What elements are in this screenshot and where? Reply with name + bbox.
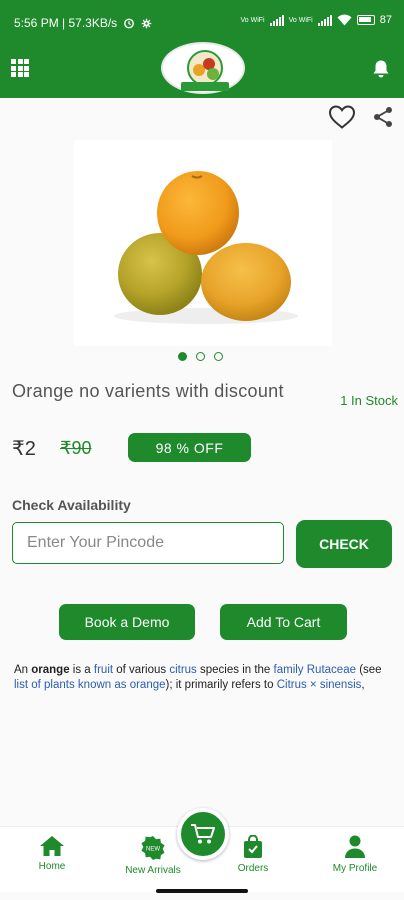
settings-icon	[141, 18, 152, 28]
nav-profile[interactable]: My Profile	[322, 835, 388, 874]
pagination-dot[interactable]	[178, 352, 187, 361]
battery-percent: 87	[379, 14, 392, 26]
signal-icon	[269, 14, 284, 26]
nav-home[interactable]: Home	[26, 835, 78, 872]
link-fruit[interactable]: fruit	[94, 664, 113, 676]
shopping-bag-icon	[244, 835, 262, 858]
cart-fab-button[interactable]	[177, 808, 229, 860]
network-label: Vo WiFi	[240, 16, 265, 24]
image-pagination-dots[interactable]	[178, 352, 223, 361]
new-badge-icon: NEW	[141, 836, 165, 860]
orange-image	[114, 171, 298, 324]
heart-icon[interactable]	[328, 104, 356, 130]
share-icon[interactable]	[372, 106, 394, 128]
pagination-dot[interactable]	[196, 352, 205, 361]
logo-ribbon	[181, 82, 229, 91]
link-citrus-sinensis[interactable]: Citrus × sinensis	[277, 679, 362, 691]
stock-status: 1 In Stock	[340, 393, 398, 408]
person-icon	[345, 835, 365, 858]
bell-icon[interactable]	[372, 59, 390, 79]
product-price: ₹2	[12, 438, 36, 460]
battery-icon	[356, 15, 375, 25]
pincode-input[interactable]	[12, 522, 284, 564]
link-citrus[interactable]: citrus	[169, 664, 196, 676]
logo-emblem	[187, 50, 223, 86]
store-logo[interactable]	[161, 42, 245, 94]
pagination-dot[interactable]	[214, 352, 223, 361]
home-icon	[40, 836, 64, 856]
desc-bold-orange: orange	[31, 664, 70, 676]
app-bar	[0, 42, 404, 98]
product-title: Orange no varients with discount	[12, 381, 284, 401]
grid-menu-icon[interactable]	[11, 59, 29, 77]
discount-badge: 98 % OFF	[128, 433, 251, 462]
cart-icon	[191, 824, 215, 844]
link-family-rutaceae[interactable]: family Rutaceae	[274, 664, 356, 676]
network-label-2: Vo WiFi	[288, 16, 313, 24]
status-bar: 5:56 PM | 57.3KB/s Vo WiFi Vo WiFi 87	[0, 0, 404, 46]
product-mrp: ₹90	[60, 438, 92, 458]
nav-home-label: Home	[38, 861, 66, 872]
link-list-of-plants[interactable]: list of plants known as orange	[14, 679, 166, 691]
nav-orders-label: Orders	[237, 863, 269, 874]
status-time-speed: 5:56 PM | 57.3KB/s	[14, 16, 118, 30]
product-image[interactable]	[74, 140, 332, 346]
system-home-indicator[interactable]	[156, 889, 248, 893]
check-button[interactable]: CHECK	[296, 520, 392, 568]
book-demo-button[interactable]: Book a Demo	[59, 604, 195, 640]
alarm-icon	[124, 18, 135, 29]
signal-icon-2	[317, 14, 332, 26]
add-to-cart-button[interactable]: Add To Cart	[220, 604, 347, 640]
wifi-icon	[337, 14, 352, 26]
check-availability-label: Check Availability	[12, 497, 131, 513]
nav-new-arrivals-label: New Arrivals	[125, 865, 181, 876]
product-description: An orange is a fruit of various citrus s…	[14, 664, 382, 691]
nav-orders[interactable]: Orders	[228, 835, 278, 874]
nav-profile-label: My Profile	[332, 863, 378, 874]
new-badge-text: NEW	[146, 847, 160, 853]
